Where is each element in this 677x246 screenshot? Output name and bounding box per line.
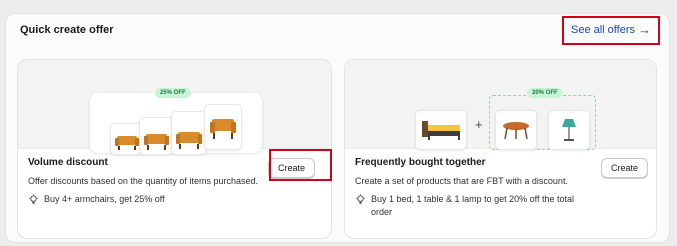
armchair-icon bbox=[144, 134, 169, 150]
tip-text: Buy 1 bed, 1 table & 1 lamp to get 20% o… bbox=[371, 194, 574, 217]
lightbulb-icon bbox=[28, 194, 39, 205]
product-tile bbox=[548, 110, 590, 150]
quick-create-offer-panel: Quick create offer See all offers → 25% … bbox=[5, 13, 670, 243]
create-fbt-button[interactable]: Create bbox=[600, 158, 648, 178]
card-description: Create a set of products that are FBT wi… bbox=[355, 176, 568, 186]
discount-badge: 25% OFF bbox=[155, 88, 191, 98]
armchair-icon bbox=[210, 119, 236, 139]
plus-icon: + bbox=[475, 117, 483, 132]
product-tile bbox=[171, 111, 207, 155]
see-all-offers-link[interactable]: See all offers → bbox=[561, 16, 660, 45]
product-tile bbox=[204, 104, 242, 150]
tip-text: Buy 4+ armchairs, get 25% off bbox=[44, 194, 165, 204]
product-tile bbox=[139, 117, 174, 155]
section-title: Quick create offer bbox=[20, 24, 114, 36]
discount-badge: 20% OFF bbox=[527, 88, 563, 98]
product-tile bbox=[495, 110, 537, 150]
arrow-right-icon: → bbox=[638, 22, 651, 37]
armchair-icon bbox=[176, 132, 202, 149]
card-title: Frequently bought together bbox=[355, 157, 486, 168]
volume-discount-illustration: 25% OFF bbox=[18, 60, 331, 155]
product-tile bbox=[415, 110, 467, 150]
card-tip: Buy 1 bed, 1 table & 1 lamp to get 20% o… bbox=[355, 193, 595, 219]
create-button-highlight bbox=[269, 149, 332, 181]
frequently-bought-together-card: + 20% OFF Frequently bought together Cre… bbox=[344, 59, 657, 239]
fbt-illustration: + 20% OFF bbox=[345, 60, 656, 150]
card-description: Offer discounts based on the quantity of… bbox=[28, 176, 258, 186]
card-tip: Buy 4+ armchairs, get 25% off bbox=[28, 193, 268, 206]
table-icon bbox=[503, 122, 529, 140]
bed-icon bbox=[422, 121, 460, 140]
lamp-icon bbox=[562, 119, 576, 141]
see-all-label: See all offers bbox=[570, 24, 635, 36]
lightbulb-icon bbox=[355, 194, 366, 205]
card-title: Volume discount bbox=[28, 157, 108, 168]
